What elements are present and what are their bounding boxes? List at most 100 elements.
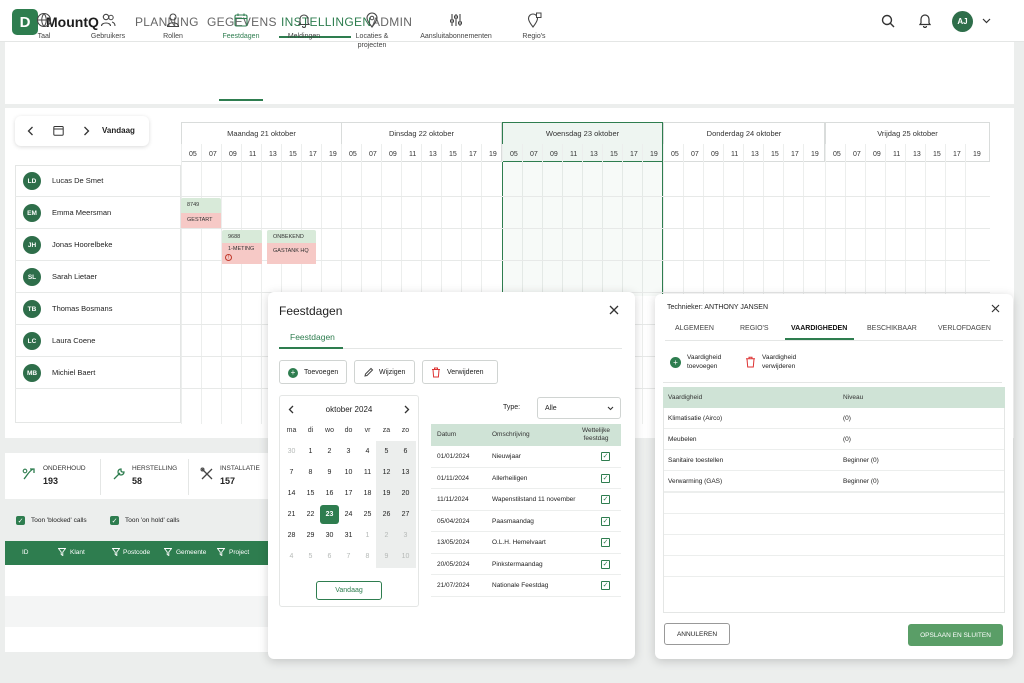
calendar-day[interactable]: 2 <box>320 442 339 461</box>
calendar-day[interactable]: 25 <box>358 505 377 524</box>
chevron-down-icon[interactable] <box>982 18 991 24</box>
delete-holiday-button[interactable]: Verwijderen <box>422 360 498 384</box>
calendar-today-button[interactable]: Vandaag <box>316 581 382 600</box>
calendar-day[interactable]: 5 <box>377 442 396 461</box>
job-card[interactable]: 8749 GESTART <box>181 198 221 228</box>
tab-taal[interactable]: Taal <box>20 0 68 62</box>
skill-row[interactable]: Verwarming (GAS) Beginner (0) <box>663 471 1005 492</box>
calendar-day[interactable]: 12 <box>377 463 396 482</box>
calendar-day[interactable]: 1 <box>301 442 320 461</box>
column-niveau[interactable]: Niveau <box>843 394 863 401</box>
calendar-day[interactable]: 31 <box>339 526 358 545</box>
close-icon[interactable] <box>609 305 619 315</box>
chevron-right-icon[interactable] <box>404 405 410 414</box>
type-select[interactable]: Alle <box>537 397 621 419</box>
calendar-day[interactable]: 1 <box>358 526 377 545</box>
tab-feestdagen[interactable]: Feestdagen <box>214 0 268 62</box>
column-postcode[interactable]: Postcode <box>123 549 150 556</box>
filter-icon[interactable] <box>217 548 225 556</box>
save-close-button[interactable]: OPSLAAN EN SLUITEN <box>908 624 1003 646</box>
day-header[interactable]: Donderdag 24 oktober 05 07 09 11 13 15 17 19 <box>663 122 825 162</box>
search-icon[interactable] <box>881 14 895 28</box>
calendar-day[interactable]: 4 <box>282 547 301 566</box>
technician-row[interactable]: LD Lucas De Smet <box>15 165 990 197</box>
legal-holiday-checkbox[interactable]: ✓ <box>601 538 610 547</box>
calendar-icon[interactable] <box>53 125 64 136</box>
calendar-day[interactable]: 20 <box>396 484 415 503</box>
delete-skill-button[interactable]: Vaardigheid verwijderen <box>739 352 813 378</box>
close-icon[interactable] <box>991 304 1000 313</box>
tab-beschikbaar[interactable]: BESCHIKBAAR <box>867 325 917 332</box>
calendar-day[interactable]: 13 <box>396 463 415 482</box>
calendar-day[interactable]: 8 <box>358 547 377 566</box>
tab-algemeen[interactable]: ALGEMEEN <box>675 325 714 332</box>
tab-gebruikers[interactable]: Gebruikers <box>82 0 134 62</box>
calendar-day[interactable]: 18 <box>358 484 377 503</box>
filter-icon[interactable] <box>112 548 120 556</box>
filter-icon[interactable] <box>164 548 172 556</box>
holiday-row[interactable]: 13/05/2024 O.L.H. Hemelvaart ✓ <box>431 532 621 554</box>
edit-holiday-button[interactable]: Wijzigen <box>354 360 415 384</box>
blocked-calls-checkbox[interactable]: ✓ <box>16 516 25 525</box>
calendar-day[interactable]: 19 <box>377 484 396 503</box>
filter-icon[interactable] <box>58 548 66 556</box>
tab-regios[interactable]: REGIO'S <box>740 325 769 332</box>
calendar-day[interactable]: 23 <box>320 505 339 524</box>
legal-holiday-checkbox[interactable]: ✓ <box>601 473 610 483</box>
skill-row[interactable]: Meubelen (0) <box>663 429 1005 450</box>
calendar-day[interactable]: 15 <box>301 484 320 503</box>
calls-table-row[interactable] <box>5 596 268 627</box>
calendar-day[interactable]: 29 <box>301 526 320 545</box>
column-gemeente[interactable]: Gemeente <box>176 549 206 556</box>
add-holiday-button[interactable]: + Toevoegen <box>279 360 347 384</box>
calendar-day[interactable]: 30 <box>282 442 301 461</box>
calendar-day[interactable]: 9 <box>377 547 396 566</box>
calendar-day[interactable]: 7 <box>339 547 358 566</box>
cancel-button[interactable]: ANNULEREN <box>664 623 730 645</box>
calendar-day[interactable]: 21 <box>282 505 301 524</box>
calendar-day[interactable]: 2 <box>377 526 396 545</box>
tab-meldingen[interactable]: Meldingen <box>280 0 328 62</box>
calendar-day[interactable]: 10 <box>396 547 415 566</box>
tab-regios[interactable]: Regio's <box>514 0 554 62</box>
bell-icon[interactable] <box>918 13 932 28</box>
calendar-day[interactable]: 8 <box>301 463 320 482</box>
holiday-row[interactable]: 01/11/2024 Allerheiligen ✓ <box>431 468 621 489</box>
tab-verlofdagen[interactable]: VERLOFDAGEN <box>938 325 991 332</box>
calendar-day[interactable]: 4 <box>358 442 377 461</box>
holiday-row[interactable]: 21/07/2024 Nationale Feestdag ✓ <box>431 575 621 597</box>
column-wettelijk[interactable]: Wettelijke feestdag <box>573 427 619 443</box>
calendar-day[interactable]: 28 <box>282 526 301 545</box>
holiday-row[interactable]: 11/11/2024 Wapenstilstand 11 november ✓ <box>431 489 621 511</box>
chevron-right-icon[interactable] <box>83 126 90 136</box>
holiday-row[interactable]: 20/05/2024 Pinkstermaandag ✓ <box>431 554 621 575</box>
tab-aansluitabonnementen[interactable]: Aansluitabonnementen <box>412 0 500 62</box>
calendar-day[interactable]: 30 <box>320 526 339 545</box>
calls-table-row[interactable] <box>5 627 268 652</box>
tab-feestdagen[interactable]: Feestdagen <box>290 332 335 342</box>
calls-table-row[interactable] <box>5 565 268 596</box>
column-vaardigheid[interactable]: Vaardigheid <box>668 394 702 401</box>
calendar-day[interactable]: 6 <box>396 442 415 461</box>
calendar-day[interactable]: 14 <box>282 484 301 503</box>
tab-rollen[interactable]: Rollen <box>153 0 193 62</box>
job-card[interactable]: 9688 1-METING ! <box>222 230 262 264</box>
holiday-row[interactable]: 05/04/2024 Paasmaandag ✓ <box>431 511 621 532</box>
calendar-day[interactable]: 5 <box>301 547 320 566</box>
calendar-day[interactable]: 16 <box>320 484 339 503</box>
legal-holiday-checkbox[interactable]: ✓ <box>601 452 610 461</box>
calendar-day[interactable]: 10 <box>339 463 358 482</box>
calendar-day[interactable]: 27 <box>396 505 415 524</box>
calendar-day[interactable]: 24 <box>339 505 358 524</box>
technician-row[interactable]: EM Emma Meersman <box>15 197 990 229</box>
today-button[interactable]: Vandaag <box>102 126 135 135</box>
calendar-day[interactable]: 26 <box>377 505 396 524</box>
holiday-row[interactable]: 01/01/2024 Nieuwjaar ✓ <box>431 446 621 468</box>
legal-holiday-checkbox[interactable]: ✓ <box>601 516 610 526</box>
skill-row[interactable]: Klimatisatie (Airco) (0) <box>663 408 1005 429</box>
column-datum[interactable]: Datum <box>437 431 456 438</box>
column-klant[interactable]: Klant <box>70 549 85 556</box>
calendar-day[interactable]: 22 <box>301 505 320 524</box>
calendar-day[interactable]: 11 <box>358 463 377 482</box>
job-card[interactable]: ONBEKEND GASTANK HQ <box>267 230 316 264</box>
